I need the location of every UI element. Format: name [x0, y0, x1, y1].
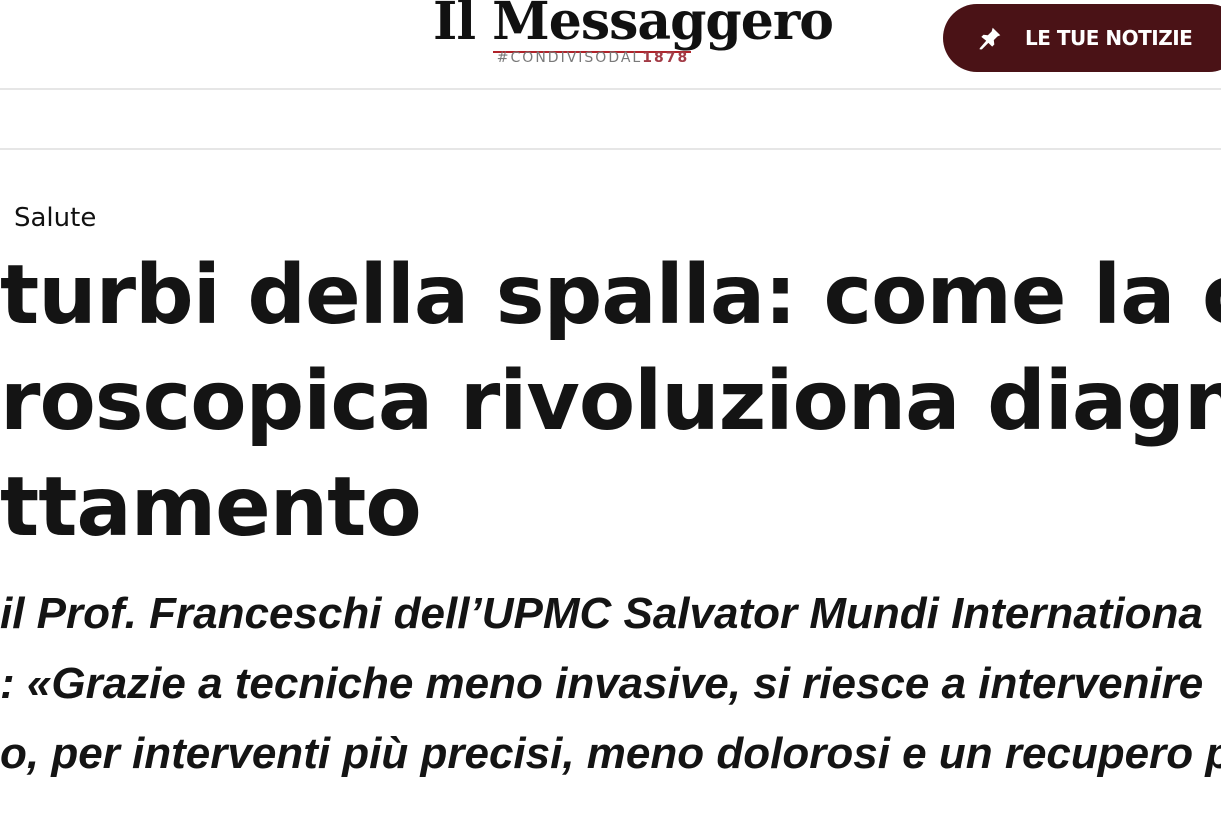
- your-news-button[interactable]: LE TUE NOTIZIE: [943, 4, 1221, 72]
- article-subheadline: il Prof. Franceschi dell’UPMC Salvator M…: [0, 579, 1221, 789]
- headline-line: roscopica rivoluziona diagnos: [0, 354, 1221, 449]
- subheadline-line: : «Grazie a tecniche meno invasive, si r…: [0, 659, 1204, 708]
- article-page: Il Messaggero #CONDIVISODAL1878 LE TUE N…: [0, 0, 1221, 814]
- site-logo[interactable]: Il Messaggero #CONDIVISODAL1878: [433, 0, 834, 66]
- logo-tagline: #CONDIVISODAL1878: [433, 50, 753, 66]
- headline-line: turbi della spalla: come la chir: [0, 248, 1221, 343]
- logo-tagline-year: 1878: [642, 50, 690, 66]
- headline-line: ttamento: [0, 460, 422, 555]
- pin-icon: [979, 27, 1001, 50]
- subheadline-line: o, per interventi più precisi, meno dolo…: [0, 729, 1221, 778]
- your-news-button-label: LE TUE NOTIZIE: [1025, 26, 1193, 50]
- section-label[interactable]: Salute: [14, 203, 96, 233]
- subheadline-line: il Prof. Franceschi dell’UPMC Salvator M…: [0, 589, 1203, 638]
- main-navigation-bar: [0, 90, 1221, 150]
- site-header: Il Messaggero #CONDIVISODAL1878 LE TUE N…: [0, 0, 1221, 90]
- article-headline: turbi della spalla: come la chir roscopi…: [0, 243, 1221, 561]
- logo-tagline-prefix: #CONDIVISODAL: [496, 50, 643, 66]
- logo-title: Il Messaggero: [433, 0, 834, 52]
